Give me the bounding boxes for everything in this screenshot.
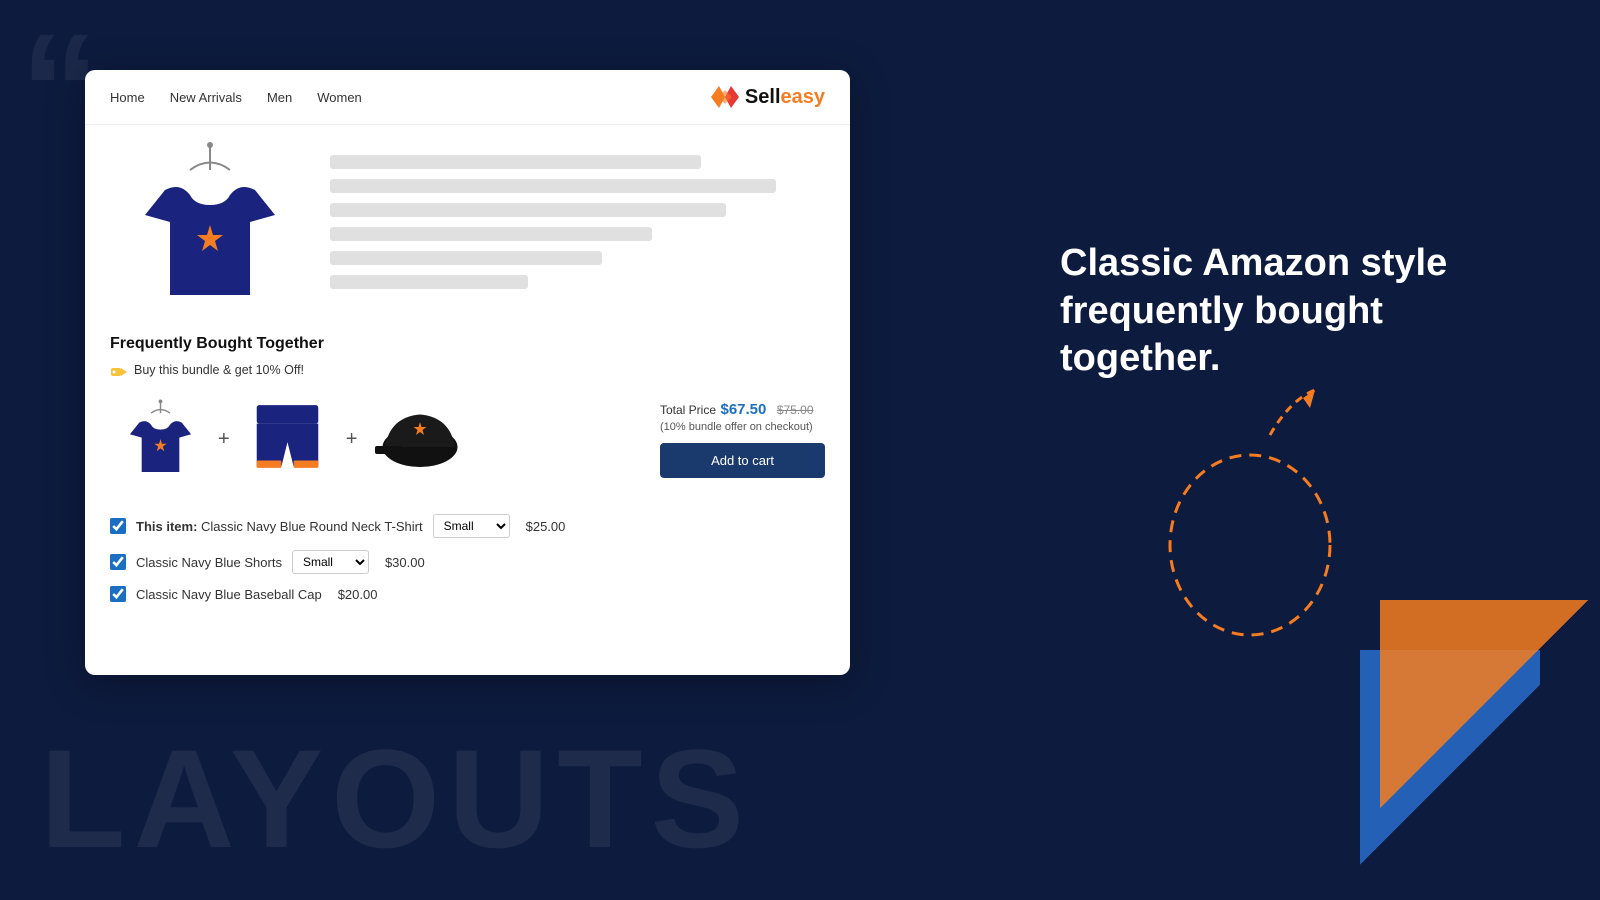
stripe-orange-decoration bbox=[1380, 600, 1600, 900]
fbt-item-size-select-1[interactable]: Small Medium Large bbox=[433, 514, 510, 538]
arrow-doodle bbox=[1140, 370, 1360, 650]
fbt-subtitle: Buy this bundle & get 10% Off! bbox=[110, 361, 825, 379]
fbt-item-label-2: Classic Navy Blue Shorts bbox=[136, 555, 282, 570]
fbt-title: Frequently Bought Together bbox=[110, 335, 825, 353]
nav-men[interactable]: Men bbox=[267, 90, 292, 105]
product-section bbox=[85, 125, 850, 325]
fbt-price-old: $75.00 bbox=[777, 403, 814, 417]
fbt-item-checkbox-2[interactable] bbox=[110, 554, 126, 570]
fbt-price-new: $67.50 bbox=[720, 401, 766, 418]
fbt-item-label-1: This item: Classic Navy Blue Round Neck … bbox=[136, 519, 423, 534]
nav-home[interactable]: Home bbox=[110, 90, 145, 105]
fbt-tshirt-icon bbox=[123, 399, 198, 479]
fbt-products-area: + + bbox=[110, 394, 825, 484]
add-to-cart-button[interactable]: Add to cart bbox=[660, 443, 825, 478]
logo: Selleasy bbox=[711, 86, 825, 109]
product-card: Home New Arrivals Men Women Selleasy bbox=[85, 70, 850, 675]
logo-sell: Sell bbox=[745, 86, 781, 108]
skeleton-line-5 bbox=[330, 251, 602, 265]
logo-text: Selleasy bbox=[745, 86, 825, 109]
fbt-item-row-3: Classic Navy Blue Baseball Cap $20.00 bbox=[110, 586, 825, 602]
fbt-item-size-select-2[interactable]: Small Medium Large bbox=[292, 550, 369, 574]
right-heading: Classic Amazon style frequently bought t… bbox=[1060, 240, 1480, 383]
fbt-product-shorts bbox=[238, 394, 338, 484]
nav-women[interactable]: Women bbox=[317, 90, 362, 105]
fbt-products-row: + + bbox=[110, 394, 465, 484]
fbt-total-line: Total Price $67.50 $75.00 bbox=[660, 401, 814, 419]
fbt-item-label-3: Classic Navy Blue Baseball Cap bbox=[136, 587, 322, 602]
logo-easy: easy bbox=[781, 86, 826, 108]
bg-layouts-text: LAYOUTS bbox=[40, 718, 752, 880]
fbt-items-list: This item: Classic Navy Blue Round Neck … bbox=[85, 514, 850, 602]
skeleton-line-1 bbox=[330, 155, 701, 169]
fbt-item-checkbox-1[interactable] bbox=[110, 518, 126, 534]
skeleton-line-3 bbox=[330, 203, 726, 217]
plus-icon-2: + bbox=[338, 428, 366, 451]
nav-new-arrivals[interactable]: New Arrivals bbox=[170, 90, 242, 105]
fbt-product-cap bbox=[365, 394, 465, 484]
fbt-item-price-3: $20.00 bbox=[338, 587, 378, 602]
tag-icon bbox=[110, 361, 128, 379]
fbt-item-row-1: This item: Classic Navy Blue Round Neck … bbox=[110, 514, 825, 538]
fbt-section: Frequently Bought Together Buy this bund… bbox=[85, 325, 850, 499]
fbt-discount-note: (10% bundle offer on checkout) bbox=[660, 421, 813, 433]
fbt-cap-icon bbox=[370, 402, 460, 477]
fbt-price-area: Total Price $67.50 $75.00 (10% bundle of… bbox=[660, 401, 825, 478]
navbar: Home New Arrivals Men Women Selleasy bbox=[85, 70, 850, 125]
fbt-shorts-icon bbox=[250, 399, 325, 479]
logo-icon bbox=[711, 86, 739, 108]
skeleton-line-4 bbox=[330, 227, 652, 241]
fbt-total-label: Total Price bbox=[660, 403, 716, 417]
fbt-item-checkbox-3[interactable] bbox=[110, 586, 126, 602]
fbt-item-price-2: $30.00 bbox=[385, 555, 425, 570]
skeleton-description bbox=[330, 140, 825, 310]
fbt-product-tshirt bbox=[110, 394, 210, 484]
plus-icon-1: + bbox=[210, 428, 238, 451]
skeleton-line-6 bbox=[330, 275, 528, 289]
product-tshirt-image bbox=[135, 140, 285, 310]
fbt-item-row-2: Classic Navy Blue Shorts Small Medium La… bbox=[110, 550, 825, 574]
right-content: Classic Amazon style frequently bought t… bbox=[1060, 240, 1480, 383]
skeleton-line-2 bbox=[330, 179, 776, 193]
nav-links: Home New Arrivals Men Women bbox=[110, 90, 362, 105]
fbt-subtitle-text: Buy this bundle & get 10% Off! bbox=[134, 363, 304, 377]
fbt-item-price-1: $25.00 bbox=[526, 519, 566, 534]
product-image-area bbox=[110, 140, 310, 310]
